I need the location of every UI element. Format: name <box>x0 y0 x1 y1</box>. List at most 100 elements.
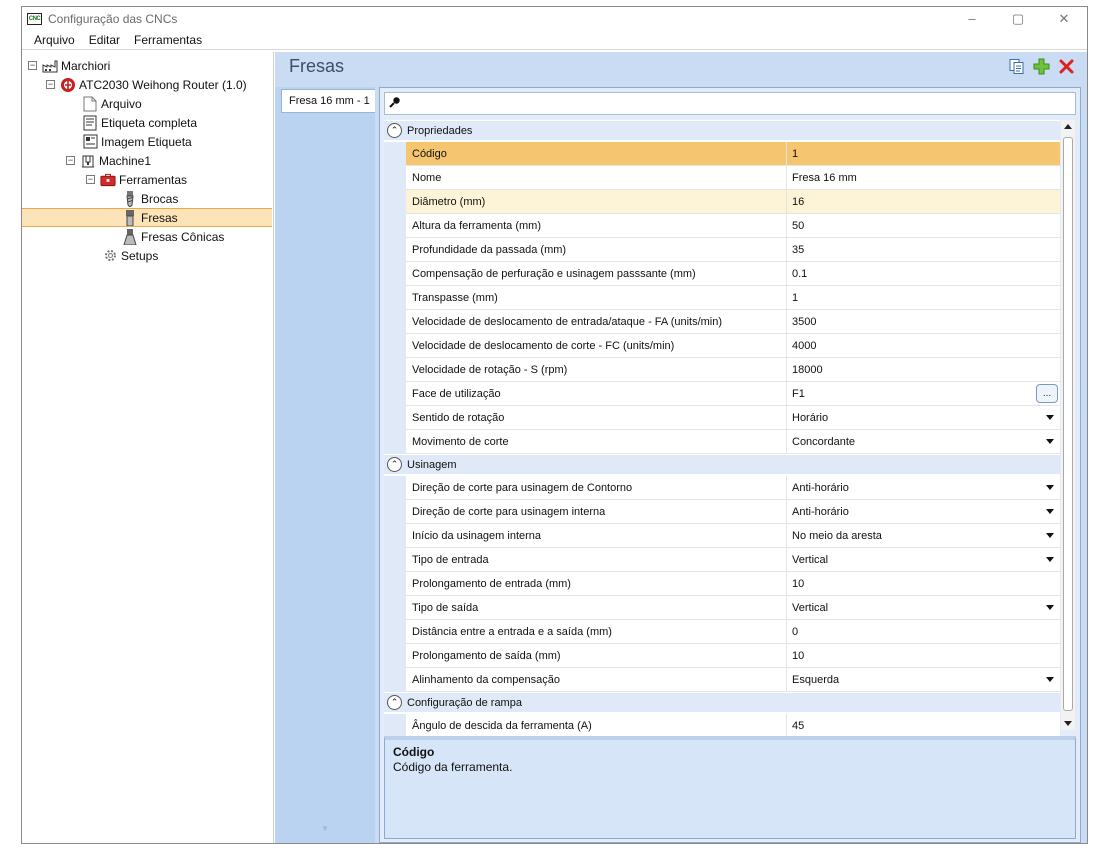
collapse-category-icon[interactable]: ⌃ <box>387 695 402 710</box>
property-name[interactable]: Transpasse (mm) <box>406 286 787 310</box>
scroll-up-icon[interactable] <box>1064 124 1072 129</box>
dropdown-arrow-icon[interactable] <box>1046 509 1054 514</box>
property-name[interactable]: Velocidade de deslocamento de entrada/at… <box>406 310 787 334</box>
property-value[interactable]: Horário <box>787 406 1060 430</box>
property-row[interactable]: Direção de corte para usinagem de Contor… <box>384 476 1060 500</box>
property-row[interactable]: Profundidade da passada (mm) 35 <box>384 238 1060 262</box>
property-value[interactable]: 4000 <box>787 334 1060 358</box>
property-name[interactable]: Face de utilização <box>406 382 787 406</box>
property-value[interactable]: 18000 <box>787 358 1060 382</box>
property-name[interactable]: Prolongamento de saída (mm) <box>406 644 787 668</box>
tree-item-arquivo[interactable]: Arquivo <box>82 94 142 113</box>
property-value[interactable]: Anti-horário <box>787 476 1060 500</box>
property-name[interactable]: Velocidade de deslocamento de corte - FC… <box>406 334 787 358</box>
property-value[interactable]: Vertical <box>787 548 1060 572</box>
property-value[interactable]: 1 <box>787 142 1060 166</box>
property-name[interactable]: Sentido de rotação <box>406 406 787 430</box>
property-row[interactable]: Prolongamento de entrada (mm) 10 <box>384 572 1060 596</box>
collapse-category-icon[interactable]: ⌃ <box>387 457 402 472</box>
tree-item-fresas-c-nicas[interactable]: Fresas Cônicas <box>122 227 224 246</box>
property-name[interactable]: Ângulo de descida da ferramenta (A) <box>406 714 787 738</box>
tree-item-etiqueta-completa[interactable]: Etiqueta completa <box>82 113 197 132</box>
property-name[interactable]: Compensação de perfuração e usinagem pas… <box>406 262 787 286</box>
property-name[interactable]: Movimento de corte <box>406 430 787 454</box>
property-name[interactable]: Distância entre a entrada e a saída (mm) <box>406 620 787 644</box>
property-row[interactable]: Tipo de entrada Vertical <box>384 548 1060 572</box>
property-value[interactable]: Concordante <box>787 430 1060 454</box>
property-value[interactable]: 1 <box>787 286 1060 310</box>
property-name[interactable]: Profundidade da passada (mm) <box>406 238 787 262</box>
property-name[interactable]: Código <box>406 142 787 166</box>
property-search-bar[interactable] <box>384 92 1076 115</box>
property-row[interactable]: Tipo de saída Vertical <box>384 596 1060 620</box>
property-value[interactable]: Anti-horário <box>787 500 1060 524</box>
property-name[interactable]: Altura da ferramenta (mm) <box>406 214 787 238</box>
delete-icon[interactable] <box>1058 58 1075 75</box>
tree-item-atc2030-weihong-router-1-0-[interactable]: − ATC2030 Weihong Router (1.0) <box>46 75 247 94</box>
property-name[interactable]: Alinhamento da compensação <box>406 668 787 692</box>
minimize-button[interactable]: – <box>949 7 995 30</box>
tree-item-fresas[interactable]: Fresas <box>22 208 272 227</box>
property-row[interactable]: Diâmetro (mm) 16 <box>384 190 1060 214</box>
property-value[interactable]: 0.1 <box>787 262 1060 286</box>
property-value[interactable]: 35 <box>787 238 1060 262</box>
tree-item-brocas[interactable]: Brocas <box>122 189 178 208</box>
tab-fresa-16mm[interactable]: Fresa 16 mm - 1 <box>281 89 375 113</box>
dropdown-arrow-icon[interactable] <box>1046 415 1054 420</box>
collapse-toggle-icon[interactable]: − <box>86 175 95 184</box>
property-name[interactable]: Início da usinagem interna <box>406 524 787 548</box>
tree-item-ferramentas[interactable]: − Ferramentas <box>86 170 187 189</box>
property-name[interactable]: Nome <box>406 166 787 190</box>
dropdown-arrow-icon[interactable] <box>1046 533 1054 538</box>
dropdown-arrow-icon[interactable] <box>1046 557 1054 562</box>
copy-icon[interactable] <box>1008 58 1025 75</box>
tabs-scroll-down-icon[interactable]: ▼ <box>321 824 329 833</box>
property-row[interactable]: Direção de corte para usinagem interna An… <box>384 500 1060 524</box>
property-value[interactable]: Esquerda <box>787 668 1060 692</box>
dropdown-arrow-icon[interactable] <box>1046 485 1054 490</box>
grid-scrollbar[interactable] <box>1061 120 1075 730</box>
tree-item-setups[interactable]: Setups <box>102 246 158 265</box>
property-value[interactable]: F1... <box>787 382 1060 406</box>
property-name[interactable]: Direção de corte para usinagem de Contor… <box>406 476 787 500</box>
dropdown-arrow-icon[interactable] <box>1046 439 1054 444</box>
property-row[interactable]: Movimento de corte Concordante <box>384 430 1060 454</box>
category-usinagem[interactable]: ⌃ Usinagem <box>384 455 1060 474</box>
property-row[interactable]: Ângulo de descida da ferramenta (A) 45 <box>384 714 1060 738</box>
property-name[interactable]: Direção de corte para usinagem interna <box>406 500 787 524</box>
property-row[interactable]: Início da usinagem interna No meio da are… <box>384 524 1060 548</box>
property-name[interactable]: Tipo de entrada <box>406 548 787 572</box>
collapse-toggle-icon[interactable]: − <box>46 80 55 89</box>
property-value[interactable]: 45 <box>787 714 1060 738</box>
property-value[interactable]: Fresa 16 mm <box>787 166 1060 190</box>
tree-item-imagem-etiqueta[interactable]: Imagem Etiqueta <box>82 132 192 151</box>
property-value[interactable]: 3500 <box>787 310 1060 334</box>
add-icon[interactable] <box>1033 58 1050 75</box>
property-name[interactable]: Tipo de saída <box>406 596 787 620</box>
property-row[interactable]: Velocidade de rotação - S (rpm) 18000 <box>384 358 1060 382</box>
property-row[interactable]: Velocidade de deslocamento de corte - FC… <box>384 334 1060 358</box>
scroll-down-icon[interactable] <box>1064 721 1072 726</box>
property-name[interactable]: Diâmetro (mm) <box>406 190 787 214</box>
property-row[interactable]: Alinhamento da compensação Esquerda <box>384 668 1060 692</box>
property-row[interactable]: Altura da ferramenta (mm) 50 <box>384 214 1060 238</box>
dropdown-arrow-icon[interactable] <box>1046 605 1054 610</box>
property-row[interactable]: Nome Fresa 16 mm <box>384 166 1060 190</box>
restore-button[interactable]: ▢ <box>995 7 1041 30</box>
property-row[interactable]: Velocidade de deslocamento de entrada/at… <box>384 310 1060 334</box>
category-configura-o-de-rampa[interactable]: ⌃ Configuração de rampa <box>384 693 1060 712</box>
property-row[interactable]: Sentido de rotação Horário <box>384 406 1060 430</box>
tree-item-marchiori[interactable]: − Marchiori <box>28 56 110 75</box>
property-row[interactable]: Compensação de perfuração e usinagem pas… <box>384 262 1060 286</box>
property-name[interactable]: Velocidade de rotação - S (rpm) <box>406 358 787 382</box>
tree-item-machine1[interactable]: − Machine1 <box>66 151 151 170</box>
property-value[interactable]: No meio da aresta <box>787 524 1060 548</box>
collapse-toggle-icon[interactable]: − <box>28 61 37 70</box>
property-row[interactable]: Prolongamento de saída (mm) 10 <box>384 644 1060 668</box>
ellipsis-button[interactable]: ... <box>1036 384 1058 403</box>
property-row[interactable]: Código 1 <box>384 142 1060 166</box>
property-row[interactable]: Distância entre a entrada e a saída (mm)… <box>384 620 1060 644</box>
property-value[interactable]: 16 <box>787 190 1060 214</box>
property-value[interactable]: 0 <box>787 620 1060 644</box>
property-value[interactable]: Vertical <box>787 596 1060 620</box>
